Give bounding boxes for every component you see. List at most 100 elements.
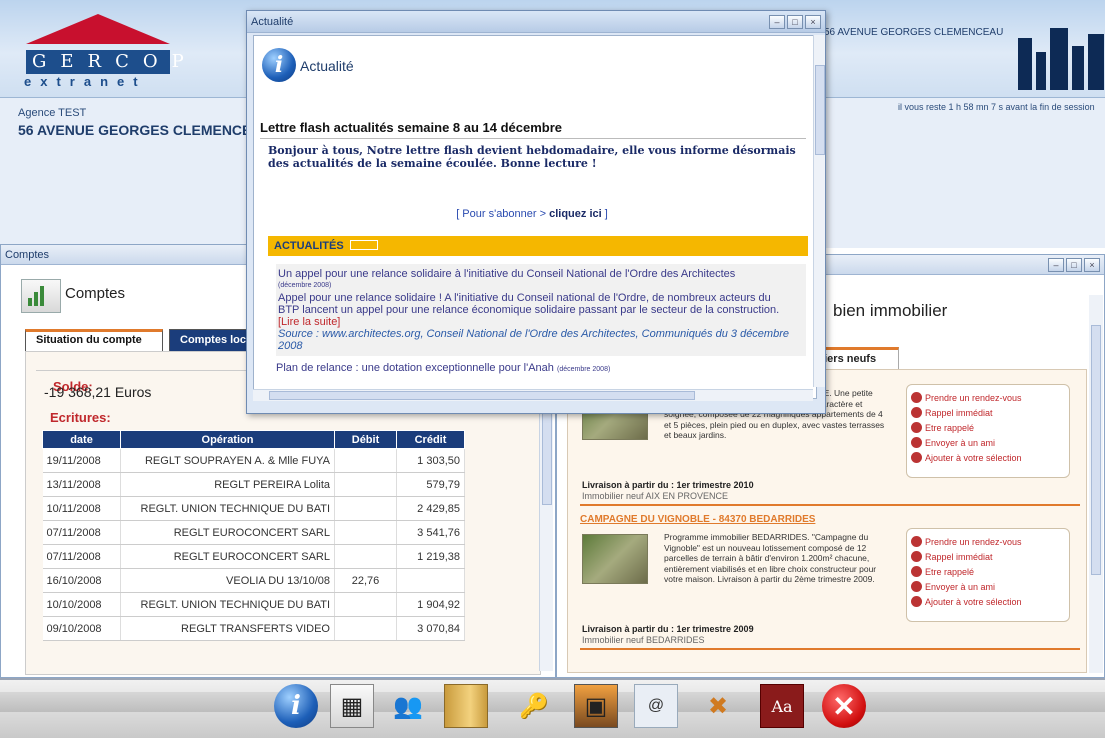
contacts-icon[interactable]: 👥 xyxy=(386,684,430,728)
callback-icon xyxy=(911,566,922,577)
email-icon[interactable]: @ xyxy=(634,684,678,728)
info-icon[interactable]: i xyxy=(274,684,318,728)
action-rappel-immediat[interactable]: Rappel immédiat xyxy=(911,550,1065,565)
programme-description: Programme immobilier BEDARRIDES. "Campag… xyxy=(664,532,877,584)
cell-date: 07/11/2008 xyxy=(42,544,121,569)
actualite-logo-text: Actualité xyxy=(300,58,354,74)
cell-operation: REGLT SOUPRAYEN A. & Mlle FUYA xyxy=(120,448,335,473)
send-icon xyxy=(911,437,922,448)
table-row[interactable]: 19/11/2008 REGLT SOUPRAYEN A. & Mlle FUYA… xyxy=(42,448,465,473)
callback-icon xyxy=(911,422,922,433)
section-bar: ACTUALITÉS xyxy=(268,236,808,256)
news-date: (décembre 2008) xyxy=(556,366,611,373)
calendar-icon xyxy=(911,392,922,403)
ecritures-body: 19/11/2008 REGLT SOUPRAYEN A. & Mlle FUYA… xyxy=(42,448,465,641)
cell-debit xyxy=(334,448,397,473)
news-source-year: 2008 xyxy=(278,340,303,352)
gercop-logo: GERCOP extranet xyxy=(20,14,184,92)
programme-title[interactable]: CAMPAGNE DU VIGNOBLE - 84370 BEDARRIDES xyxy=(580,514,1080,528)
actualite-hscrollbar[interactable] xyxy=(253,389,813,401)
read-more-link[interactable]: [Lire la suite] xyxy=(278,316,804,328)
window-controls: – □ × xyxy=(767,14,821,30)
immobilier-heading: bien immobilier xyxy=(833,301,948,320)
cell-credit xyxy=(396,568,465,593)
cell-operation: REGLT EUROCONCERT SARL xyxy=(120,544,335,569)
cell-debit xyxy=(334,544,397,569)
column-header-date[interactable]: date xyxy=(42,430,121,449)
column-header-credit[interactable]: Crédit xyxy=(396,430,465,449)
action-envoyer-ami[interactable]: Envoyer à un ami xyxy=(911,580,1065,595)
photo-icon[interactable]: ▣ xyxy=(574,684,618,728)
table-row[interactable]: 13/11/2008 REGLT PEREIRA Lolita 579,79 xyxy=(42,472,465,497)
table-row[interactable]: 07/11/2008 REGLT EUROCONCERT SARL 3 541,76 xyxy=(42,520,465,545)
minimize-icon[interactable]: – xyxy=(1048,258,1064,272)
dictionary-icon[interactable]: Aa xyxy=(760,684,804,728)
cell-date: 10/11/2008 xyxy=(42,496,121,521)
news-body: Appel pour une relance solidaire ! A l'i… xyxy=(278,292,771,304)
agence-label: Agence TEST xyxy=(18,107,87,119)
solde-value: -19 368,21 Euros xyxy=(44,384,152,400)
table-row[interactable]: 07/11/2008 REGLT EUROCONCERT SARL 1 219,38 xyxy=(42,544,465,569)
close-app-icon[interactable]: ✕ xyxy=(822,684,866,728)
tab-comptes-locataires[interactable]: Comptes locataires xyxy=(169,329,257,351)
accounts-chart-icon[interactable]: ▦ xyxy=(330,684,374,728)
programme-delivery: Livraison à partir du : 1er trimestre 20… xyxy=(582,480,754,490)
tab-situation-du-compte[interactable]: Situation du compte xyxy=(25,329,163,351)
close-icon[interactable]: × xyxy=(805,15,821,29)
news-body: BTP lancent un appel pour une relance éc… xyxy=(278,304,780,316)
cell-credit: 1 219,38 xyxy=(396,544,465,569)
table-row[interactable]: 10/11/2008 REGLT. UNION TECHNIQUE DU BATI… xyxy=(42,496,465,521)
cell-debit xyxy=(334,616,397,641)
programme-location: Immobilier neuf AIX EN PROVENCE xyxy=(582,491,729,501)
table-row[interactable]: 09/10/2008 REGLT TRANSFERTS VIDEO 3 070,84 xyxy=(42,616,465,641)
actualite-vscrollbar[interactable] xyxy=(813,35,825,387)
subscribe-line: [ Pour s'abonner > cliquez ici ] xyxy=(456,208,608,220)
minimize-icon[interactable]: – xyxy=(769,15,785,29)
action-rappel-immediat[interactable]: Rappel immédiat xyxy=(911,406,1065,421)
divider xyxy=(580,504,1080,506)
action-etre-rappele[interactable]: Etre rappelé xyxy=(911,565,1065,580)
phone-icon xyxy=(911,407,922,418)
column-header-operation[interactable]: Opération xyxy=(120,430,335,449)
action-ajouter-selection[interactable]: Ajouter à votre sélection xyxy=(911,595,1065,610)
info-icon: i xyxy=(262,48,296,82)
news-title[interactable]: Un appel pour une relance solidaire à l'… xyxy=(278,268,804,280)
keys-icon[interactable]: 🔑 xyxy=(512,684,556,728)
close-icon[interactable]: × xyxy=(1084,258,1100,272)
action-ajouter-selection[interactable]: Ajouter à votre sélection xyxy=(911,451,1065,466)
programme-delivery: Livraison à partir du : 1er trimestre 20… xyxy=(582,624,754,634)
news-list: Un appel pour une relance solidaire à l'… xyxy=(276,264,806,376)
action-rendez-vous[interactable]: Prendre un rendez-vous xyxy=(911,535,1065,550)
news-title[interactable]: Plan de relance : une dotation exception… xyxy=(276,362,554,374)
subscribe-link[interactable]: cliquez ici xyxy=(549,208,602,220)
table-row[interactable]: 16/10/2008 VEOLIA DU 13/10/08 22,76 xyxy=(42,568,465,593)
maximize-icon[interactable]: □ xyxy=(787,15,803,29)
ecritures-label: Ecritures: xyxy=(50,410,111,425)
cell-credit: 579,79 xyxy=(396,472,465,497)
scroll-thumb[interactable] xyxy=(815,65,825,155)
scroll-thumb[interactable] xyxy=(269,391,695,400)
logo-roof-icon xyxy=(26,14,170,44)
action-etre-rappele[interactable]: Etre rappelé xyxy=(911,421,1065,436)
table-row[interactable]: 10/10/2008 REGLT. UNION TECHNIQUE DU BATI… xyxy=(42,592,465,617)
cell-date: 07/11/2008 xyxy=(42,520,121,545)
tools-icon[interactable]: ✖ xyxy=(696,684,740,728)
scroll-thumb[interactable] xyxy=(1091,325,1101,575)
immobilier-scrollbar[interactable] xyxy=(1089,295,1103,673)
actualite-window: Actualité – □ × i Actualité Lettre flash a… xyxy=(246,10,826,414)
column-header-debit[interactable]: Débit xyxy=(334,430,397,449)
cell-operation: REGLT. UNION TECHNIQUE DU BATI xyxy=(120,496,335,521)
window-controls: – □ × xyxy=(1046,257,1100,273)
phone-icon xyxy=(911,551,922,562)
news-date: (décembre 2008) xyxy=(278,282,332,289)
action-envoyer-ami[interactable]: Envoyer à un ami xyxy=(911,436,1065,451)
calendar-icon xyxy=(911,536,922,547)
cell-debit xyxy=(334,496,397,521)
programme-photo[interactable] xyxy=(582,534,648,584)
maximize-icon[interactable]: □ xyxy=(1066,258,1082,272)
newsletter-heading: Lettre flash actualités semaine 8 au 14 … xyxy=(260,120,563,135)
cell-operation: REGLT PEREIRA Lolita xyxy=(120,472,335,497)
action-rendez-vous[interactable]: Prendre un rendez-vous xyxy=(911,391,1065,406)
documents-folder-icon[interactable] xyxy=(444,684,488,728)
divider xyxy=(580,648,1080,650)
